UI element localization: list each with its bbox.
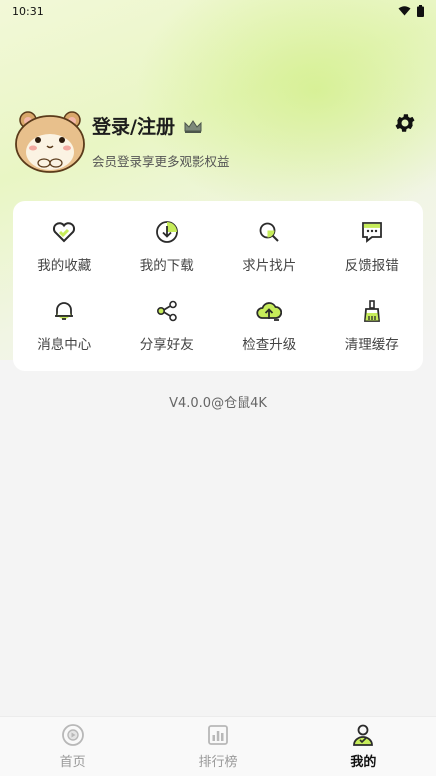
menu-item-favorites[interactable]: 我的收藏 <box>13 207 116 286</box>
home-icon <box>61 724 84 746</box>
menu-item-share[interactable]: 分享好友 <box>116 286 219 365</box>
ranking-icon <box>208 725 228 745</box>
upgrade-icon <box>256 302 283 321</box>
bottom-tabbar: 首页 排行榜 我的 <box>0 716 436 776</box>
feedback-icon <box>361 222 382 243</box>
tab-home[interactable]: 首页 <box>0 717 145 776</box>
menu-item-upgrade[interactable]: 检查升级 <box>218 286 321 365</box>
version-label: V4.0.0@仓鼠4K <box>169 396 267 411</box>
crown-icon <box>184 119 202 133</box>
battery-icon <box>417 5 424 17</box>
menu-item-request-film[interactable]: 求片找片 <box>218 207 321 286</box>
tab-mine[interactable]: 我的 <box>291 717 436 776</box>
settings-button[interactable] <box>392 110 418 136</box>
download-icon <box>155 221 178 243</box>
share-icon <box>156 300 177 322</box>
status-time: 10:31 <box>12 4 44 18</box>
login-register-title[interactable]: 登录/注册 <box>92 112 175 139</box>
gear-icon <box>395 114 415 132</box>
menu-item-feedback[interactable]: 反馈报错 <box>321 207 424 286</box>
hamster-avatar[interactable] <box>14 108 86 174</box>
search-film-icon <box>259 222 279 242</box>
bell-icon <box>55 302 74 320</box>
menu-item-messages[interactable]: 消息中心 <box>13 286 116 365</box>
heart-icon <box>53 222 76 243</box>
status-bar: 10:31 <box>0 0 436 22</box>
broom-icon <box>363 300 380 322</box>
menu-card: 我的收藏 我的下载 求片找片 反馈报错 消息中心 分享好友 检查升级 清理缓存 <box>13 201 423 371</box>
menu-item-downloads[interactable]: 我的下载 <box>116 207 219 286</box>
menu-item-clear-cache[interactable]: 清理缓存 <box>321 286 424 365</box>
login-subtitle: 会员登录享更多观影权益 <box>92 154 230 169</box>
profile-section[interactable]: 登录/注册 会员登录享更多观影权益 <box>14 106 422 176</box>
profile-icon <box>353 724 374 746</box>
tab-ranking[interactable]: 排行榜 <box>145 717 290 776</box>
wifi-icon <box>398 6 411 16</box>
